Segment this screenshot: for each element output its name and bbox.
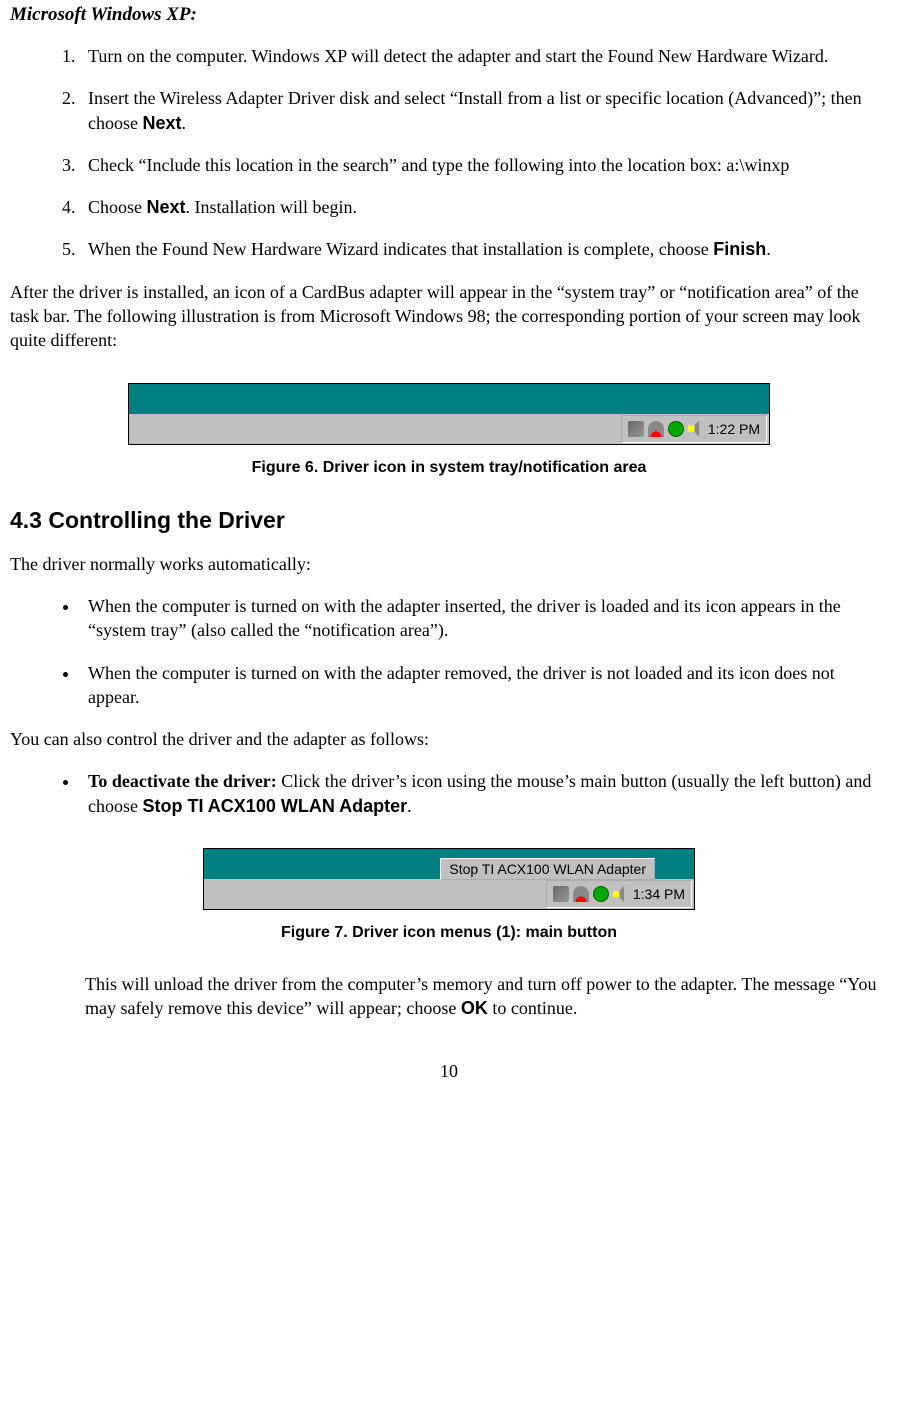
figure-7-caption: Figure 7. Driver icon menus (1): main bu… [10,924,888,942]
fig7-systray: 1:34 PM [546,880,692,908]
step-2-text-a: Insert the Wireless Adapter Driver disk … [88,88,862,132]
step-1-text: Turn on the computer. Windows XP will de… [88,46,828,66]
step-5: When the Found New Hardware Wizard indic… [80,237,888,261]
unload-ok: OK [461,998,488,1018]
step-3: Check “Include this location in the sear… [80,153,888,177]
deactivate-rest-c: . [407,796,412,816]
bullet-removed-text: When the computer is turned on with the … [88,663,835,707]
bullet-removed: When the computer is turned on with the … [80,661,888,710]
fig6-clock: 1:22 PM [708,421,760,437]
auto-bullets: When the computer is turned on with the … [10,594,888,709]
step-2-next: Next [142,113,181,133]
os-heading: Microsoft Windows XP: [10,4,888,26]
step-5-finish: Finish [713,239,766,259]
figure-7-container: 1:34 PM Stop TI ACX100 WLAN Adapter [10,848,888,910]
step-3-text: Check “Include this location in the sear… [88,155,789,175]
network-icon [668,421,684,437]
step-5-text-a: When the Found New Hardware Wizard indic… [88,239,713,259]
step-4-next: Next [147,197,186,217]
bullet-inserted: When the computer is turned on with the … [80,594,888,643]
figure-6-caption: Figure 6. Driver icon in system tray/not… [10,459,888,477]
fig7-context-menu: Stop TI ACX100 WLAN Adapter [440,858,655,880]
figure-6-container: 1:22 PM [10,383,888,445]
volume-icon [688,421,704,437]
section-4-3-heading: 4.3 Controlling the Driver [10,507,888,534]
auto-paragraph: The driver normally works automatically: [10,552,888,576]
step-4-text-c: . Installation will begin. [186,197,357,217]
step-2: Insert the Wireless Adapter Driver disk … [80,86,888,135]
step-2-text-c: . [182,113,187,133]
after-install-para: After the driver is installed, an icon o… [10,280,888,353]
control-paragraph: You can also control the driver and the … [10,727,888,751]
step-4-text-a: Choose [88,197,147,217]
deactivate-stop-label: Stop TI ACX100 WLAN Adapter [142,796,407,816]
cardbus-icon [553,886,569,902]
signal-icon [648,421,664,437]
install-steps: Turn on the computer. Windows XP will de… [10,44,888,262]
fig6-systray: 1:22 PM [621,415,767,443]
cardbus-icon [628,421,644,437]
bullet-deactivate: To deactivate the driver: Click the driv… [80,769,888,818]
unload-c: to continue. [488,998,577,1018]
volume-icon [613,886,629,902]
figure-6-image: 1:22 PM [128,383,770,445]
unload-paragraph: This will unload the driver from the com… [85,972,888,1021]
page-number: 10 [10,1061,888,1082]
step-4: Choose Next. Installation will begin. [80,195,888,219]
network-icon [593,886,609,902]
bullet-inserted-text: When the computer is turned on with the … [88,596,841,640]
signal-icon [573,886,589,902]
control-bullets: To deactivate the driver: Click the driv… [10,769,888,818]
step-5-text-c: . [766,239,771,259]
deactivate-lead: To deactivate the driver: [88,771,277,791]
fig6-taskbar: 1:22 PM [129,414,769,444]
fig7-clock: 1:34 PM [633,886,685,902]
fig6-titlebar [129,384,769,414]
step-1: Turn on the computer. Windows XP will de… [80,44,888,68]
fig7-taskbar: 1:34 PM [204,879,694,909]
